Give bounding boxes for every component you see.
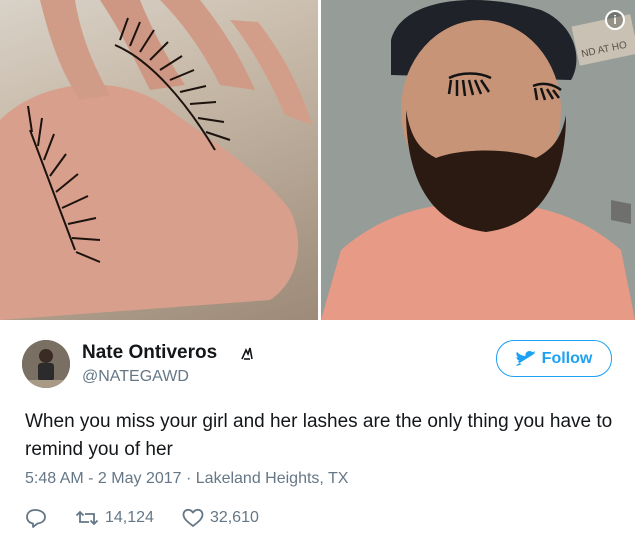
info-icon[interactable]: i	[605, 10, 625, 30]
heart-icon	[182, 508, 204, 527]
photo-lashes-in-hand[interactable]	[0, 0, 318, 320]
tweet-location[interactable]: Lakeland Heights, TX	[196, 470, 349, 487]
retweet-button[interactable]: 14,124	[75, 509, 154, 527]
author-name[interactable]: Nate Ontiveros	[82, 342, 217, 364]
avatar[interactable]	[22, 340, 70, 388]
retweet-count: 14,124	[105, 509, 154, 526]
reply-button[interactable]	[25, 508, 47, 528]
tweet-actions: 14,124 32,610	[25, 508, 259, 528]
man-selfie-image: ND AT HO	[321, 0, 635, 320]
like-button[interactable]: 32,610	[182, 508, 259, 528]
tweet-text: When you miss your girl and her lashes a…	[25, 411, 613, 460]
hand-with-lashes-image	[0, 0, 312, 320]
tweet-meta: 5:48 AM - 2 May 2017 · Lakeland Heights,…	[25, 470, 348, 488]
tweet-timestamp[interactable]: 5:48 AM - 2 May 2017	[25, 470, 182, 487]
tweet-media[interactable]: ND AT HO i	[0, 0, 635, 320]
twitter-bird-icon	[515, 350, 536, 366]
avatar-image	[22, 340, 70, 388]
meta-separator: ·	[185, 470, 192, 487]
reply-icon	[26, 509, 46, 528]
follow-button[interactable]: Follow	[496, 340, 612, 377]
follow-button-label: Follow	[541, 349, 593, 367]
tweet-card: Nate Ontiveros @NATEGAWD Follow When you…	[0, 320, 635, 546]
photo-man-with-lashes[interactable]: ND AT HO i	[321, 0, 635, 320]
bird-icon	[241, 347, 253, 360]
retweet-icon	[75, 510, 99, 526]
like-count: 32,610	[209, 509, 259, 526]
author-handle[interactable]: @NATEGAWD	[82, 368, 189, 386]
